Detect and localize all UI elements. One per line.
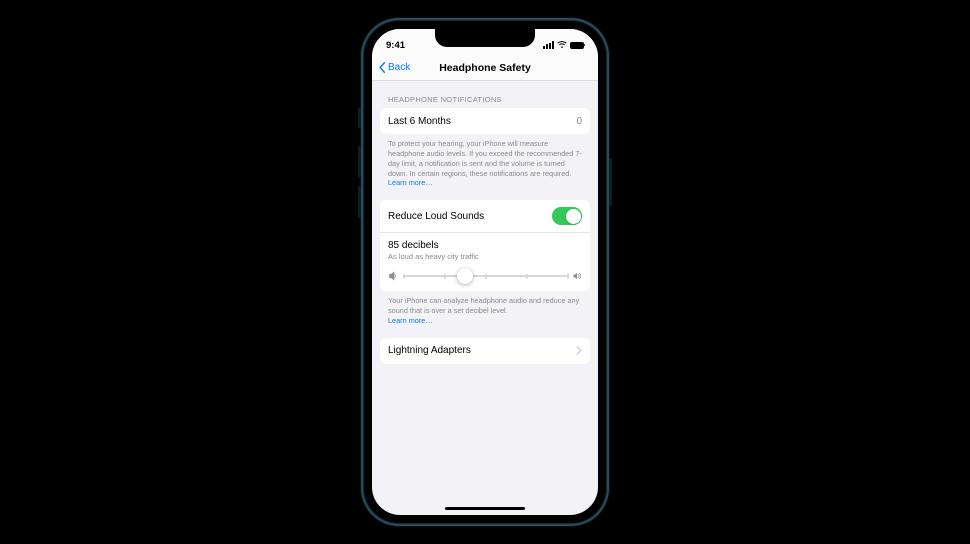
wifi-icon xyxy=(557,41,567,49)
battery-icon xyxy=(570,42,584,49)
power-button xyxy=(609,158,612,206)
chevron-left-icon xyxy=(378,62,386,73)
learn-more-link-2[interactable]: Learn more… xyxy=(388,316,433,325)
screen: 9:41 Bac xyxy=(372,29,598,515)
adapters-label: Lightning Adapters xyxy=(388,345,471,356)
reduce-loud-sounds-group: Reduce Loud Sounds 85 decibels As loud a… xyxy=(380,200,590,291)
row-value: 0 xyxy=(576,116,582,127)
adapters-group: Lightning Adapters xyxy=(380,338,590,364)
mute-switch xyxy=(358,108,361,128)
speaker-low-icon xyxy=(388,271,398,281)
reduce-loud-sounds-toggle[interactable] xyxy=(552,207,582,225)
phone-frame: 9:41 Bac xyxy=(361,18,609,526)
row-label: Last 6 Months xyxy=(388,116,451,127)
notifications-footer: To protect your hearing, your iPhone wil… xyxy=(380,134,590,188)
reduce-label: Reduce Loud Sounds xyxy=(388,211,484,222)
slider-thumb[interactable] xyxy=(457,268,473,284)
notifications-group: Last 6 Months 0 xyxy=(380,108,590,134)
cellular-icon xyxy=(543,41,554,49)
home-indicator[interactable] xyxy=(445,507,525,511)
learn-more-link[interactable]: Learn more… xyxy=(388,178,433,187)
chevron-right-icon xyxy=(576,346,582,355)
section-header-notifications: Headphone Notifications xyxy=(380,81,590,108)
back-button[interactable]: Back xyxy=(378,62,410,73)
volume-up-button xyxy=(358,146,361,178)
speaker-high-icon xyxy=(572,271,582,281)
decibel-slider[interactable] xyxy=(403,275,567,277)
notch xyxy=(435,29,535,47)
page-title: Headphone Safety xyxy=(439,62,531,74)
status-time: 9:41 xyxy=(386,40,405,51)
reduce-footer: Your iPhone can analyze headphone audio … xyxy=(380,291,590,326)
back-label: Back xyxy=(388,62,410,73)
decibel-value: 85 decibels xyxy=(388,240,582,251)
nav-bar: Back Headphone Safety xyxy=(372,55,598,81)
lightning-adapters-row[interactable]: Lightning Adapters xyxy=(380,338,590,364)
decibel-slider-row: 85 decibels As loud as heavy city traffi… xyxy=(380,233,590,291)
volume-down-button xyxy=(358,186,361,218)
decibel-subtitle: As loud as heavy city traffic xyxy=(388,252,582,261)
last-6-months-row[interactable]: Last 6 Months 0 xyxy=(380,108,590,134)
reduce-loud-sounds-row: Reduce Loud Sounds xyxy=(380,200,590,233)
